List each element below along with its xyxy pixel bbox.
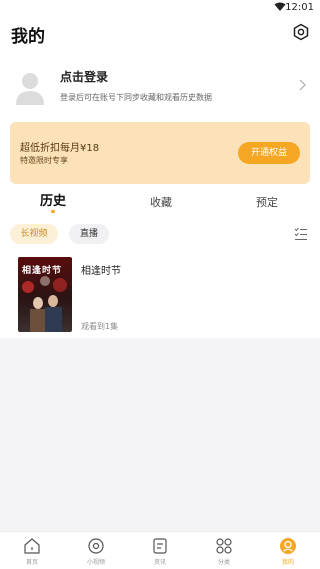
edit-list-icon[interactable] xyxy=(294,226,308,242)
status-time: 12:01 xyxy=(285,2,314,13)
play-circle-icon xyxy=(88,538,104,554)
home-icon xyxy=(24,538,40,554)
grid-icon xyxy=(216,538,232,554)
vip-open-button[interactable]: 开通权益 xyxy=(238,142,300,164)
nav-mine[interactable]: 我的 xyxy=(256,532,320,569)
bottom-nav: 首页 小视频 资讯 分类 我的 xyxy=(0,531,320,569)
avatar-icon xyxy=(16,73,44,105)
nav-home[interactable]: 首页 xyxy=(0,532,64,569)
nav-news[interactable]: 资讯 xyxy=(128,532,192,569)
login-subtitle: 登录后可在账号下同步收藏和观看历史数据 xyxy=(60,93,212,102)
item-title: 相逢时节 xyxy=(81,266,121,277)
vip-subtitle: 特邀限时专享 xyxy=(20,156,68,165)
item-progress: 观看到1集 xyxy=(81,322,119,331)
news-icon xyxy=(153,538,167,554)
vip-banner[interactable]: 超低折扣每月¥18 特邀限时专享 开通权益 xyxy=(10,122,310,184)
page-title: 我的 xyxy=(11,27,45,47)
content-tabs: 历史 收藏 预定 xyxy=(0,190,320,216)
login-row[interactable]: 点击登录 登录后可在账号下同步收藏和观看历史数据 xyxy=(0,62,320,118)
tab-history[interactable]: 历史 xyxy=(40,190,66,209)
chip-live[interactable]: 直播 xyxy=(69,224,109,244)
nav-news-label: 资讯 xyxy=(153,559,166,566)
nav-short-video-label: 小视频 xyxy=(86,559,105,566)
tab-active-indicator xyxy=(51,210,55,213)
chip-long-video[interactable]: 长视频 xyxy=(10,224,58,244)
tab-reserved[interactable]: 预定 xyxy=(256,194,278,210)
vip-title: 超低折扣每月¥18 xyxy=(20,143,100,154)
nav-short-video[interactable]: 小视频 xyxy=(64,532,128,569)
nav-home-label: 首页 xyxy=(25,559,38,566)
poster-title-overlay: 相逢时节 xyxy=(22,266,63,276)
poster-thumbnail[interactable]: 相逢时节 xyxy=(18,257,72,332)
nav-category[interactable]: 分类 xyxy=(192,532,256,569)
chevron-right-icon xyxy=(299,79,306,91)
tab-favorites[interactable]: 收藏 xyxy=(150,194,172,210)
settings-icon[interactable] xyxy=(292,23,310,41)
profile-icon xyxy=(280,538,296,554)
nav-category-label: 分类 xyxy=(217,559,230,566)
history-item[interactable]: 相逢时节 相逢时节 观看到1集 xyxy=(0,251,320,338)
filter-chips: 长视频 直播 xyxy=(0,224,320,246)
login-title: 点击登录 xyxy=(60,70,109,84)
status-bar: 12:01 xyxy=(0,0,320,16)
nav-mine-label: 我的 xyxy=(281,559,294,566)
